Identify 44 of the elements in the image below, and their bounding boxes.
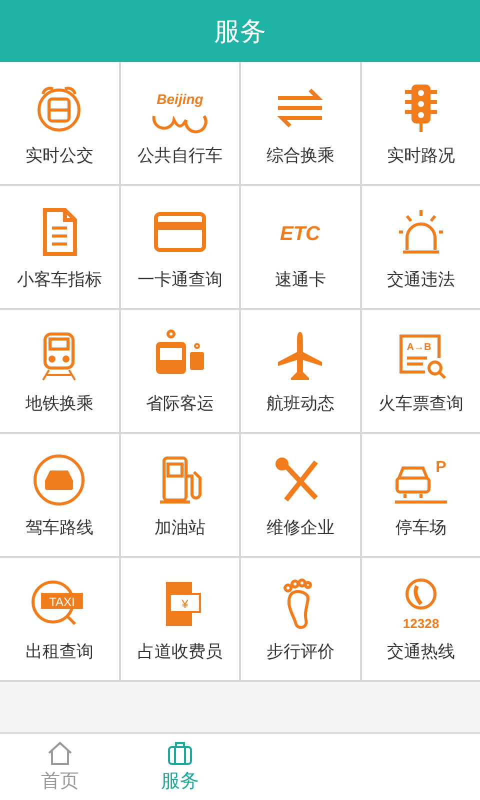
etc-logo-icon: ETC bbox=[268, 204, 332, 260]
service-label: 占道收费员 bbox=[137, 640, 222, 662]
service-tile[interactable]: 维修企业 bbox=[241, 434, 360, 556]
service-label: 航班动态 bbox=[266, 392, 334, 414]
service-label: 步行评价 bbox=[266, 640, 334, 662]
service-label: 小客车指标 bbox=[16, 268, 102, 290]
service-tile[interactable]: 一卡通查询 bbox=[120, 186, 239, 308]
service-label: 维修企业 bbox=[266, 516, 334, 538]
service-label: 速通卡 bbox=[274, 268, 326, 290]
service-label: 交通违法 bbox=[386, 268, 455, 290]
service-label: 驾车路线 bbox=[25, 516, 94, 538]
service-tile[interactable]: 加油站 bbox=[120, 434, 239, 556]
service-tile[interactable]: 步行评价 bbox=[241, 558, 360, 680]
service-tile[interactable]: Beijing 公共自行车 bbox=[120, 62, 239, 184]
service-label: 火车票查询 bbox=[378, 392, 464, 414]
service-label: 实时路况 bbox=[386, 144, 455, 166]
service-label: 省际客运 bbox=[146, 392, 214, 414]
service-tile[interactable]: P 停车场 bbox=[362, 434, 480, 556]
service-label: 加油站 bbox=[154, 516, 206, 538]
service-tile[interactable]: 交通违法 bbox=[362, 186, 480, 308]
service-tile[interactable]: TAXI 出租查询 bbox=[0, 558, 118, 680]
service-tile[interactable]: 实时公交 bbox=[0, 62, 118, 184]
home-icon bbox=[46, 740, 74, 766]
service-tile[interactable]: 地铁换乘 bbox=[0, 310, 118, 432]
service-tile[interactable]: ¥ 占道收费员 bbox=[120, 558, 239, 680]
service-tile[interactable]: ETC 速通卡 bbox=[241, 186, 360, 308]
service-label: 综合换乘 bbox=[266, 144, 334, 166]
service-tile[interactable]: 驾车路线 bbox=[0, 434, 118, 556]
service-label: 公共自行车 bbox=[137, 144, 222, 166]
service-label: 实时公交 bbox=[25, 144, 94, 166]
service-tile[interactable]: 小客车指标 bbox=[0, 186, 118, 308]
service-tile[interactable]: 12328 交通热线 bbox=[362, 558, 480, 680]
service-label: 一卡通查询 bbox=[137, 268, 222, 290]
service-label: 地铁换乘 bbox=[25, 392, 94, 414]
page-title: 服务 bbox=[214, 16, 266, 48]
service-tile[interactable]: 实时路况 bbox=[362, 62, 480, 184]
service-tile[interactable]: A→B 火车票查询 bbox=[362, 310, 480, 432]
service-tile[interactable]: 航班动态 bbox=[241, 310, 360, 432]
service-label: 停车场 bbox=[395, 516, 446, 538]
briefcase-icon bbox=[166, 740, 194, 766]
service-label: 交通热线 bbox=[386, 640, 455, 662]
service-label: 出租查询 bbox=[25, 640, 94, 662]
service-tile[interactable]: 综合换乘 bbox=[241, 62, 360, 184]
service-tile[interactable]: 省际客运 bbox=[120, 310, 239, 432]
